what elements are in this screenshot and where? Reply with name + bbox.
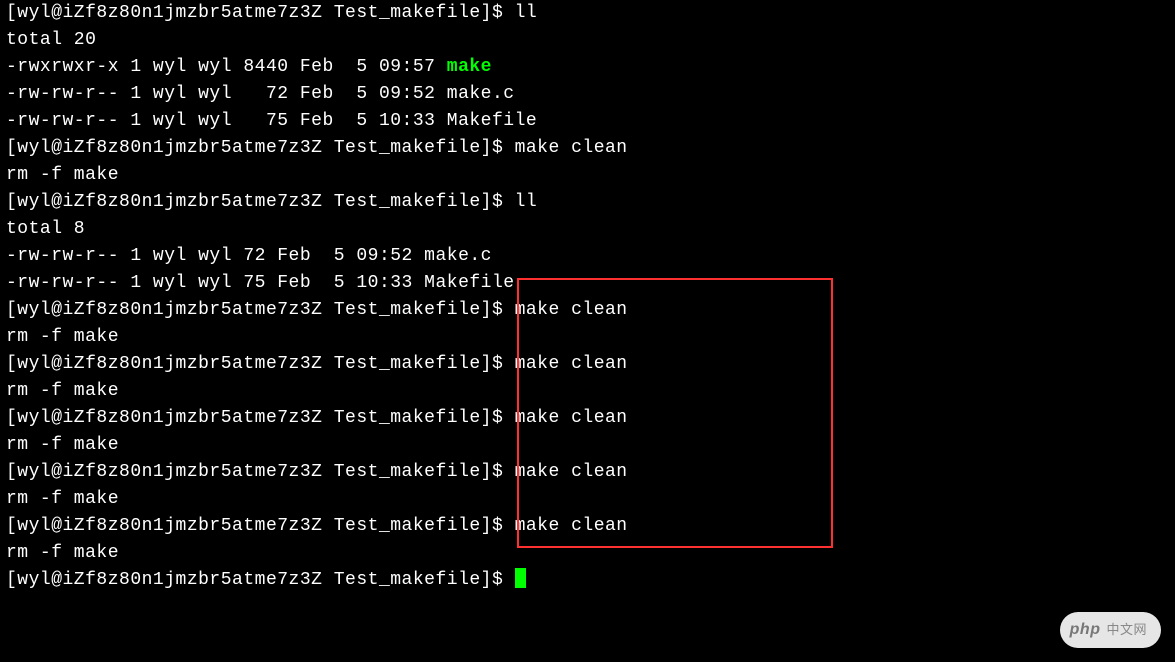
terminal-line: total 20	[6, 27, 1169, 54]
terminal-line: [wyl@iZf8z80n1jmzbr5atme7z3Z Test_makefi…	[6, 135, 1169, 162]
terminal-line: -rw-rw-r-- 1 wyl wyl 75 Feb 5 10:33 Make…	[6, 270, 1169, 297]
watermark-badge: php 中文网	[1060, 612, 1161, 648]
terminal-line: -rw-rw-r-- 1 wyl wyl 72 Feb 5 09:52 make…	[6, 243, 1169, 270]
terminal-line: [wyl@iZf8z80n1jmzbr5atme7z3Z Test_makefi…	[6, 297, 1169, 324]
cursor-icon	[515, 568, 526, 588]
terminal-prompt-line[interactable]: [wyl@iZf8z80n1jmzbr5atme7z3Z Test_makefi…	[6, 567, 1169, 594]
terminal-line: [wyl@iZf8z80n1jmzbr5atme7z3Z Test_makefi…	[6, 459, 1169, 486]
terminal-line: [wyl@iZf8z80n1jmzbr5atme7z3Z Test_makefi…	[6, 351, 1169, 378]
terminal-line: -rw-rw-r-- 1 wyl wyl 75 Feb 5 10:33 Make…	[6, 108, 1169, 135]
terminal-line: [wyl@iZf8z80n1jmzbr5atme7z3Z Test_makefi…	[6, 513, 1169, 540]
terminal-line: rm -f make	[6, 486, 1169, 513]
terminal-output[interactable]: [wyl@iZf8z80n1jmzbr5atme7z3Z Test_makefi…	[6, 0, 1169, 594]
watermark-label: 中文网	[1106, 620, 1147, 640]
terminal-line: [wyl@iZf8z80n1jmzbr5atme7z3Z Test_makefi…	[6, 0, 1169, 27]
terminal-line: rm -f make	[6, 324, 1169, 351]
terminal-line: [wyl@iZf8z80n1jmzbr5atme7z3Z Test_makefi…	[6, 405, 1169, 432]
terminal-line: rm -f make	[6, 162, 1169, 189]
terminal-line: total 8	[6, 216, 1169, 243]
terminal-prompt: [wyl@iZf8z80n1jmzbr5atme7z3Z Test_makefi…	[6, 570, 515, 590]
terminal-line: rm -f make	[6, 432, 1169, 459]
executable-filename: make	[447, 57, 492, 77]
watermark-logo-text: php	[1070, 618, 1101, 642]
terminal-line: rm -f make	[6, 540, 1169, 567]
terminal-line: -rwxrwxr-x 1 wyl wyl 8440 Feb 5 09:57 ma…	[6, 54, 1169, 81]
terminal-line: -rw-rw-r-- 1 wyl wyl 72 Feb 5 09:52 make…	[6, 81, 1169, 108]
terminal-line: [wyl@iZf8z80n1jmzbr5atme7z3Z Test_makefi…	[6, 189, 1169, 216]
terminal-line: rm -f make	[6, 378, 1169, 405]
